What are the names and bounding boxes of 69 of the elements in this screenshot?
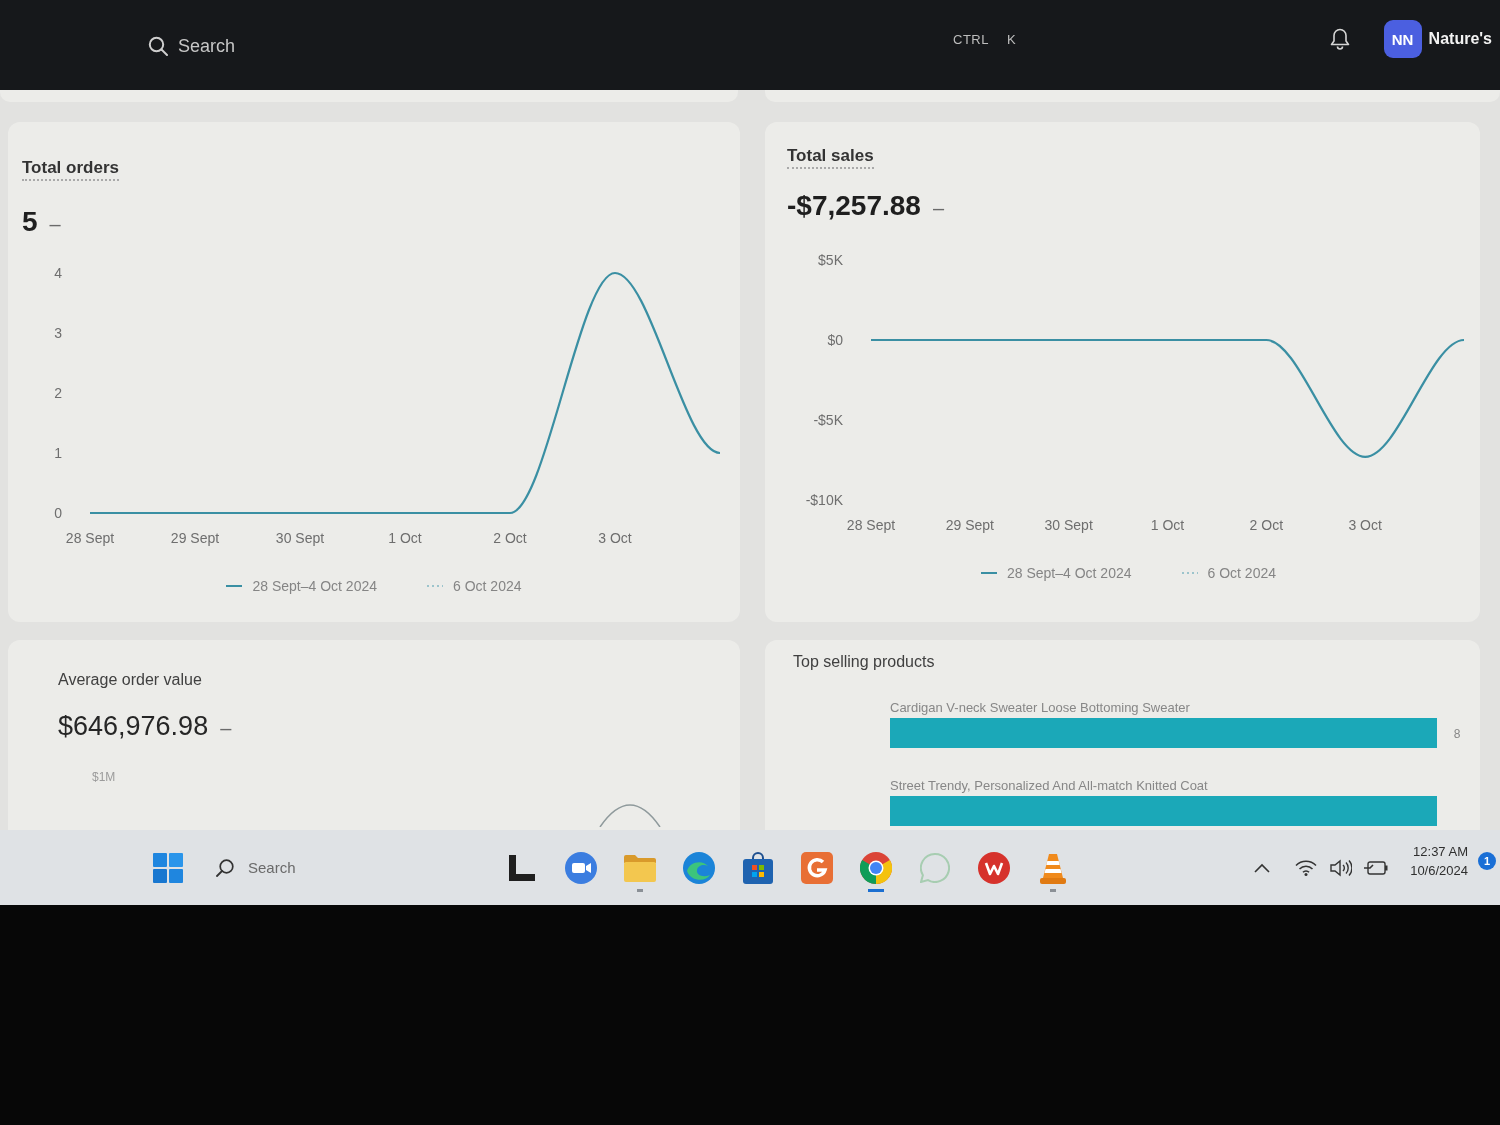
axis-label: 3 [54,325,62,341]
metric-value: -$7,257.88 [787,189,921,223]
zigzag-badge-icon[interactable] [978,851,1010,884]
axis-label: $0 [827,332,843,348]
axis-label: 2 [54,385,62,401]
change-indicator: – [220,717,232,740]
value-label: 8 [1453,727,1461,741]
axis-label: 3 Oct [598,530,632,546]
legend-label: 28 Sept–4 Oct 2024 [252,578,377,594]
legend-label: 6 Oct 2024 [1207,565,1276,581]
axis-label: $1M [92,770,116,784]
swirl-icon[interactable] [683,851,715,884]
search-icon [148,36,168,56]
search-icon [216,858,234,877]
axis-label: 1 Oct [1150,517,1185,533]
video-camera-icon[interactable] [565,851,597,884]
change-indicator: – [932,197,944,220]
axis-label: 28 Sept [65,530,115,546]
axis-label: 4 [54,265,62,281]
axis-label: 1 [54,445,62,461]
card-title: Total sales [787,146,874,169]
card-title: Top selling products [793,652,935,672]
axis-label: 2 Oct [493,530,527,546]
app-tile-icon[interactable] [801,851,833,884]
axis-label: 30 Sept [1044,517,1093,533]
axis-label: 2 Oct [1249,517,1284,533]
search-field[interactable]: Search [178,34,898,58]
grid-icon[interactable] [153,852,183,883]
segmented-circle-icon[interactable] [860,851,892,884]
avatar[interactable]: NN [1383,20,1422,58]
legend-label: 6 Oct 2024 [453,578,522,594]
axis-label: 30 Sept [275,530,325,546]
store-name[interactable]: Nature's [1428,30,1492,48]
chevron-up-icon[interactable] [1254,862,1271,873]
axis-label: 3 Oct [1348,517,1382,533]
wifi-icon[interactable] [1295,859,1318,876]
speaker-icon[interactable] [1330,858,1353,877]
axis-label: 29 Sept [945,517,994,533]
card-title: Average order value [58,670,202,690]
card-title: Total orders [22,158,119,181]
dotted-line-icon [427,585,443,587]
metric-value: $646,976.98 [58,710,209,743]
clock-date[interactable]: 10/6/2024 [1410,860,1468,880]
l-shape-icon[interactable] [509,854,535,881]
shopping-bag-icon[interactable] [743,851,773,884]
dotted-line-icon [1181,572,1198,574]
shortcut-key: K [1006,31,1017,47]
axis-label: 1 Oct [388,530,422,546]
axis-label: -$5K [813,412,843,428]
bar-label: Cardigan V-neck Sweater Loose Bottoming Sweater [890,700,1190,715]
metric-value: 5 [22,205,38,239]
axis-label: $5K [818,252,843,268]
battery-icon[interactable] [1364,860,1389,875]
traffic-cone-icon[interactable] [1040,851,1066,884]
chart-curve [599,804,661,827]
bar-label: Street Trendy, Personalized And All-match Knitted Coat [890,778,1208,793]
axis-label: -$10K [805,492,843,508]
legend-label: 28 Sept–4 Oct 2024 [1006,565,1132,581]
line-swatch-icon [226,585,243,587]
axis-label: 28 Sept [846,517,896,533]
bell-icon[interactable] [1329,28,1350,50]
line-swatch-icon [980,572,997,574]
axis-label: 29 Sept [170,530,220,546]
search-field[interactable]: Search [248,857,318,878]
axis-label: 0 [54,505,62,521]
change-indicator: – [49,213,61,236]
shortcut-key: CTRL [953,31,989,47]
notification-badge[interactable]: 1 [1478,851,1496,870]
clock-time[interactable]: 12:37 AM [1413,841,1468,861]
